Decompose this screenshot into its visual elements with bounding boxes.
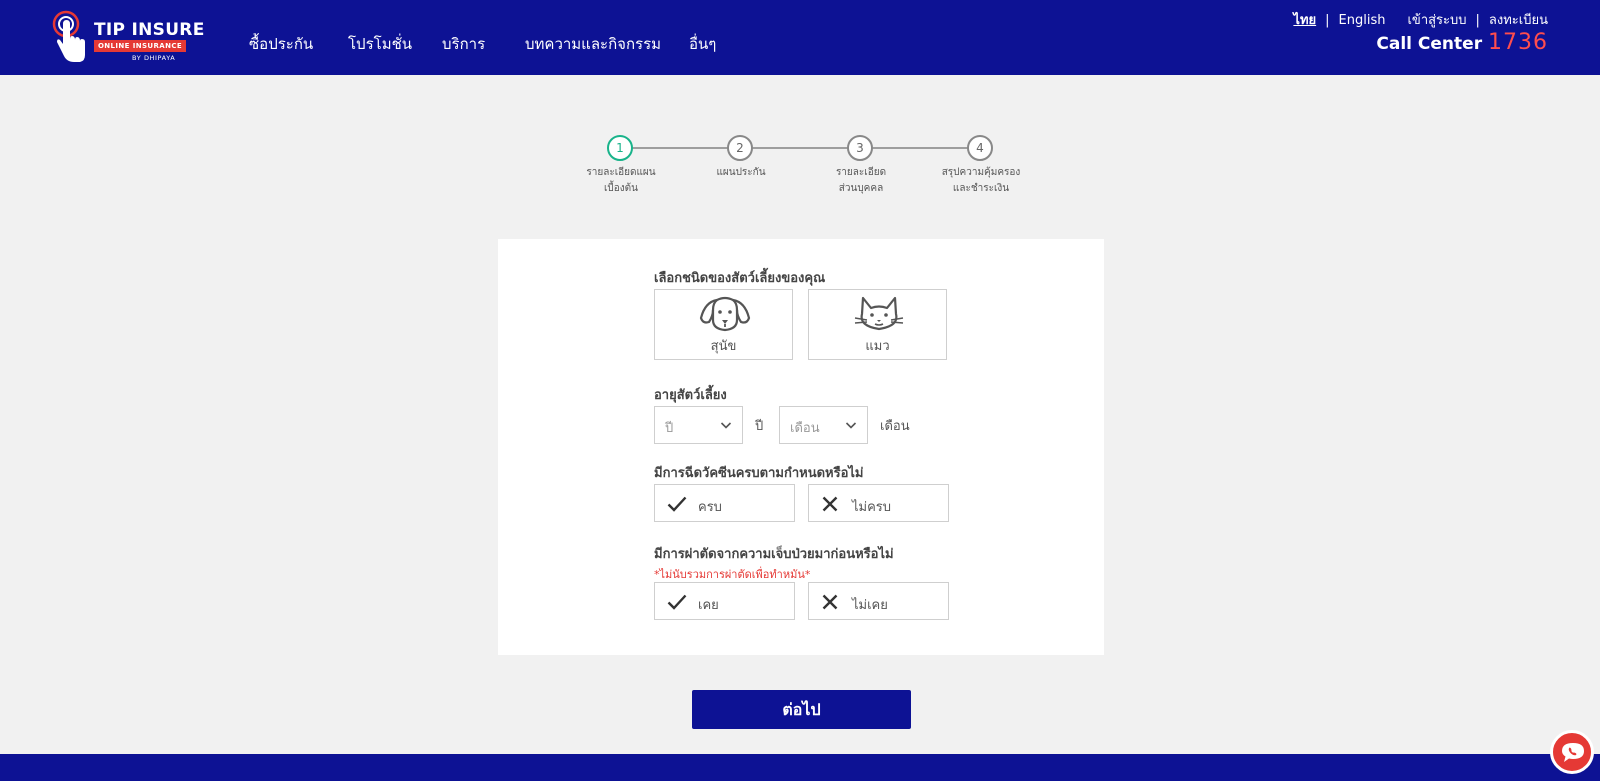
pet-age-question: อายุสัตว์เลี้ยง: [654, 388, 727, 403]
surgery-note: *ไม่นับรวมการผ่าตัดเพื่อทำหมัน*: [654, 568, 811, 581]
tip-insure-logo[interactable]: TIP INSURE ONLINE INSURANCE BY DHIPAYA: [52, 10, 204, 64]
step-1-label: รายละเอียดแผน เบื้องต้น: [586, 167, 656, 194]
surgery-yes-option[interactable]: เคย: [654, 582, 795, 620]
logo-byline: BY DHIPAYA: [132, 54, 176, 62]
login-link[interactable]: เข้าสู่ระบบ: [1407, 9, 1466, 30]
step-connector: [752, 147, 848, 149]
chat-button[interactable]: [1550, 730, 1594, 774]
step-connector: [632, 147, 728, 149]
vaccine-incomplete-label: ไม่ครบ: [852, 500, 892, 515]
pet-option-dog-label: สุนัข: [710, 339, 737, 354]
pet-info-form-card: [498, 239, 1104, 655]
lang-english-link[interactable]: English: [1339, 13, 1386, 28]
pet-age-month-placeholder: เดือน: [790, 421, 820, 436]
vaccine-incomplete-option[interactable]: ไม่ครบ: [808, 484, 949, 522]
logo-brand: TIP INSURE: [94, 20, 205, 40]
vaccine-complete-label: ครบ: [698, 500, 722, 515]
close-icon: [822, 496, 838, 512]
pet-age-month-unit: เดือน: [880, 419, 910, 434]
call-center[interactable]: Call Center 1736: [1376, 30, 1548, 55]
pet-option-dog[interactable]: สุนัข: [654, 289, 793, 360]
dog-icon: [699, 296, 751, 332]
nav-services[interactable]: บริการ: [442, 32, 485, 56]
pet-type-question: เลือกชนิดของสัตว์เลี้ยงของคุณ: [654, 271, 826, 286]
cat-icon: [854, 296, 904, 331]
step-3-label: รายละเอียด ส่วนบุคคล: [835, 167, 887, 194]
register-link[interactable]: ลงทะเบียน: [1489, 9, 1548, 30]
pet-option-cat[interactable]: แมว: [808, 289, 947, 360]
surgery-no-option[interactable]: ไม่เคย: [808, 582, 949, 620]
check-icon: [667, 594, 687, 610]
vaccine-question: มีการฉีดวัคซีนครบตามกำหนดหรือไม่: [654, 466, 864, 481]
pet-age-month-select[interactable]: เดือน: [779, 406, 868, 444]
nav-promotions[interactable]: โปรโมชั่น: [348, 32, 412, 56]
step-2-label: แผนประกัน: [716, 167, 766, 178]
nav-others[interactable]: อื่นๆ: [689, 32, 716, 56]
step-4-label: สรุปความคุ้มครอง และชำระเงิน: [941, 167, 1021, 194]
header-top-links: ไทย | English เข้าสู่ระบบ | ลงทะเบียน: [1293, 9, 1548, 30]
close-icon: [822, 594, 838, 610]
chevron-down-icon: [720, 422, 732, 429]
chevron-down-icon: [845, 422, 857, 429]
hand-pointer-icon: [52, 10, 85, 62]
pet-option-cat-label: แมว: [865, 339, 890, 354]
pet-age-year-select[interactable]: ปี: [654, 406, 743, 444]
chat-phone-icon: [1562, 743, 1584, 762]
nav-buy-insurance[interactable]: ซื้อประกัน: [249, 32, 313, 56]
pet-age-year-unit: ปี: [755, 419, 764, 434]
surgery-yes-label: เคย: [698, 598, 719, 613]
call-center-label: Call Center: [1376, 34, 1483, 54]
step-1-indicator: 1: [607, 135, 633, 161]
logo-tagline: ONLINE INSURANCE: [94, 40, 186, 52]
surgery-question: มีการผ่าตัดจากความเจ็บป่วยมาก่อนหรือไม่: [654, 547, 894, 562]
check-icon: [667, 496, 687, 512]
lang-separator: |: [1325, 13, 1330, 28]
step-3-indicator: 3: [847, 135, 873, 161]
next-button[interactable]: ต่อไป: [692, 690, 911, 729]
pet-age-year-placeholder: ปี: [665, 421, 674, 436]
auth-separator: |: [1475, 13, 1480, 28]
nav-articles-activities[interactable]: บทความและกิจกรรม: [525, 32, 661, 56]
vaccine-complete-option[interactable]: ครบ: [654, 484, 795, 522]
site-header: TIP INSURE ONLINE INSURANCE BY DHIPAYA ซ…: [0, 0, 1600, 75]
step-connector: [872, 147, 968, 149]
surgery-no-label: ไม่เคย: [852, 598, 888, 613]
lang-thai-link[interactable]: ไทย: [1293, 9, 1316, 30]
site-footer: [0, 754, 1600, 781]
step-4-indicator: 4: [967, 135, 993, 161]
step-2-indicator: 2: [727, 135, 753, 161]
call-center-number: 1736: [1488, 30, 1548, 55]
